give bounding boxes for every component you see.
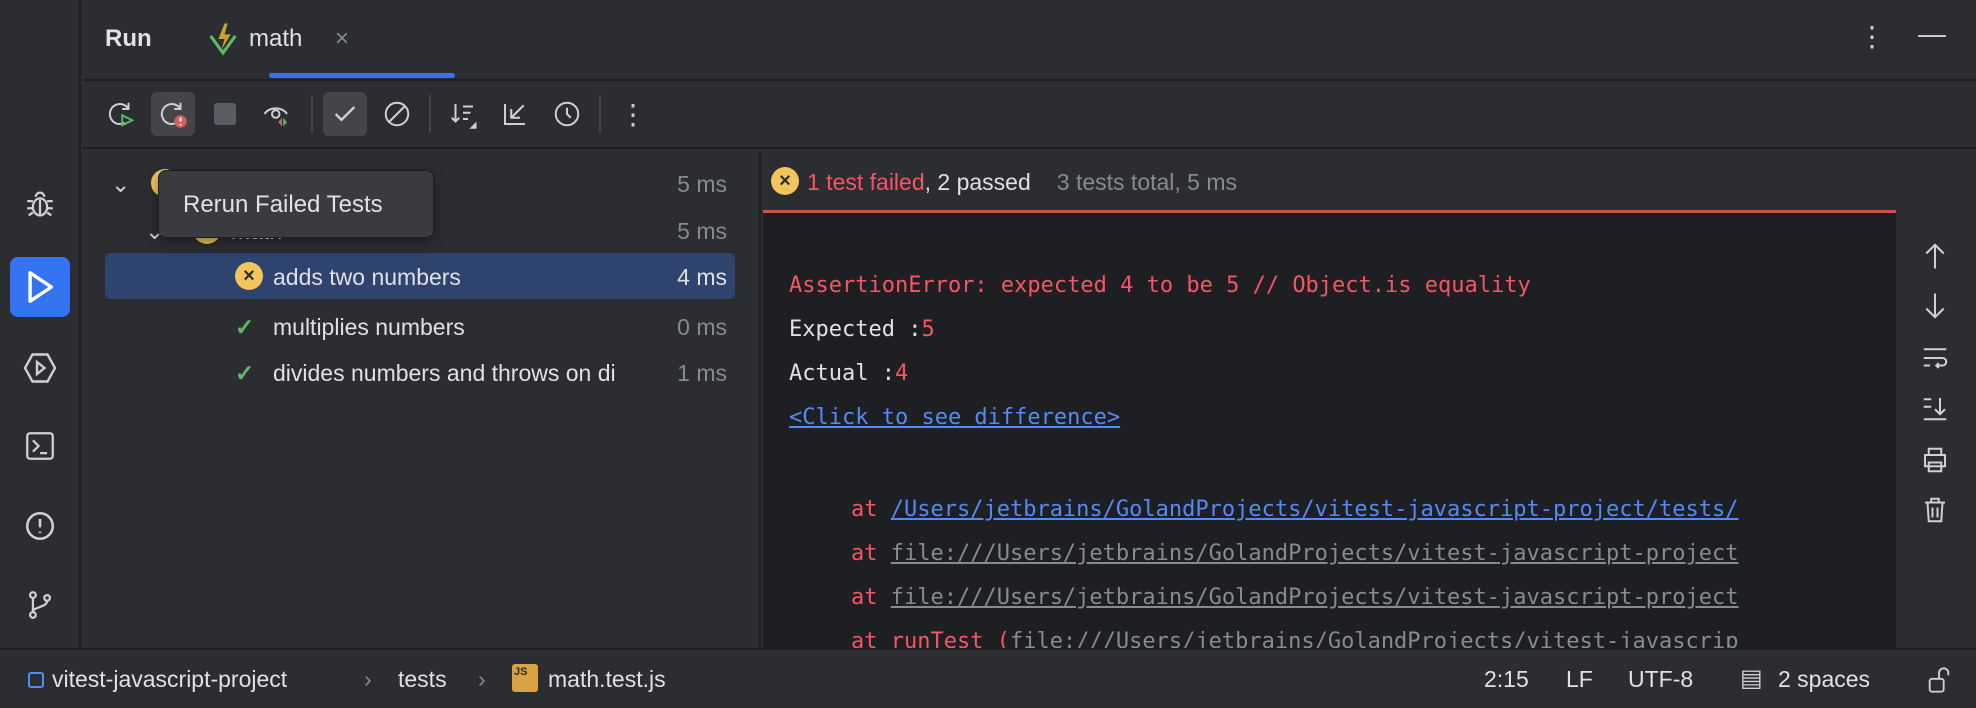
test-name: multiplies numbers xyxy=(273,314,465,340)
test-summary: × 1 test failed, 2 passed 3 tests total, … xyxy=(763,151,1896,216)
git-icon[interactable] xyxy=(10,575,70,635)
rerun-icon[interactable] xyxy=(99,92,143,136)
actual-value: 4 xyxy=(894,361,909,386)
chevron-down-icon[interactable]: ⌄ xyxy=(111,171,130,198)
see-difference-link[interactable]: <Click to see difference> xyxy=(789,405,1120,430)
tab-label: math xyxy=(249,25,303,52)
run-toolbar: ⋮ xyxy=(83,83,1976,149)
test-duration: 5 ms xyxy=(677,218,727,244)
breadcrumb-folder[interactable]: tests xyxy=(398,666,447,693)
expected-label: Expected : xyxy=(789,317,922,342)
line-separator[interactable]: LF xyxy=(1566,666,1593,693)
chevron-right-icon: › xyxy=(478,666,486,692)
js-file-icon: JS xyxy=(512,664,538,692)
failed-count: 1 test failed xyxy=(807,169,925,195)
indent-setting[interactable]: 2 spaces xyxy=(1778,666,1870,693)
test-duration: 5 ms xyxy=(677,171,727,197)
caret-position[interactable]: 2:15 xyxy=(1484,666,1529,693)
down-arrow-icon[interactable] xyxy=(1922,291,1948,321)
sort-icon[interactable] xyxy=(441,92,485,136)
show-ignored-toggle[interactable] xyxy=(375,92,419,136)
stack-at: at xyxy=(851,541,891,566)
assertion-error: AssertionError: expected 4 to be 5 // Ob… xyxy=(789,273,1531,298)
stack-location-link[interactable]: file:///Users/jetbrains/GolandProjects/v… xyxy=(891,585,1739,610)
problems-icon[interactable] xyxy=(10,496,70,556)
print-icon[interactable] xyxy=(1920,445,1950,475)
trash-icon[interactable] xyxy=(1920,495,1950,525)
test-duration: 0 ms xyxy=(677,314,727,340)
soft-wrap-icon[interactable] xyxy=(1920,343,1950,373)
expected-value: 5 xyxy=(921,317,935,342)
test-duration: 1 ms xyxy=(677,360,727,386)
failed-icon: × xyxy=(235,262,263,290)
stack-at: at xyxy=(851,585,891,610)
file-encoding[interactable]: UTF-8 xyxy=(1628,666,1693,693)
vitest-icon xyxy=(209,23,237,56)
test-row[interactable]: ✓ multiplies numbers 0 ms xyxy=(105,303,735,349)
breadcrumb-project[interactable]: vitest-javascript-project xyxy=(52,666,287,693)
rerun-failed-tests-button[interactable] xyxy=(151,92,195,136)
test-name: divides numbers and throws on di xyxy=(273,360,616,386)
services-icon[interactable] xyxy=(10,338,70,398)
show-passed-toggle[interactable] xyxy=(323,92,367,136)
passed-count: , 2 passed xyxy=(924,169,1031,195)
scroll-to-end-icon[interactable] xyxy=(1920,393,1950,423)
test-row[interactable]: × adds two numbers 4 ms xyxy=(105,253,735,299)
more-toolbar-icon[interactable]: ⋮ xyxy=(611,92,655,136)
history-icon[interactable] xyxy=(545,92,589,136)
debug-icon[interactable] xyxy=(10,174,70,234)
watch-icon[interactable] xyxy=(255,92,299,136)
indent-icon: ▤ xyxy=(1740,665,1763,692)
stack-at: at xyxy=(851,497,891,522)
stack-location-link[interactable]: /Users/jetbrains/GolandProjects/vitest-j… xyxy=(891,497,1739,522)
breadcrumb-file[interactable]: math.test.js xyxy=(548,666,666,693)
active-tab-indicator xyxy=(269,73,455,78)
tooltip: Rerun Failed Tests xyxy=(158,170,434,238)
close-tab-icon[interactable]: × xyxy=(335,25,349,53)
actual-label: Actual : xyxy=(789,361,895,386)
console-output: AssertionError: expected 4 to be 5 // Ob… xyxy=(763,213,1896,648)
up-arrow-icon[interactable] xyxy=(1922,241,1948,271)
status-bar: vitest-javascript-project › tests › JS m… xyxy=(0,648,1976,708)
tool-window-header: Run math × ⋮ — xyxy=(83,0,1976,81)
stack-frame: at file:///Users/jetbrains/GolandProject… xyxy=(851,585,1738,610)
run-icon[interactable] xyxy=(10,257,70,317)
unlock-icon[interactable] xyxy=(1926,666,1952,694)
test-name: adds two numbers xyxy=(273,264,461,290)
tool-window-title: Run xyxy=(105,25,152,52)
stack-location-link[interactable]: file:///Users/jetbrains/GolandProjects/v… xyxy=(1010,629,1738,648)
stack-at: at runTest ( xyxy=(851,629,1010,648)
stack-frame: at runTest (file:///Users/jetbrains/Gola… xyxy=(851,629,1738,648)
terminal-icon[interactable] xyxy=(10,416,70,476)
stack-frame: at /Users/jetbrains/GolandProjects/vites… xyxy=(851,497,1738,522)
test-row[interactable]: ✓ divides numbers and throws on di 1 ms xyxy=(105,349,735,395)
stop-icon[interactable] xyxy=(203,92,247,136)
chevron-right-icon: › xyxy=(364,666,372,692)
failed-icon: × xyxy=(771,167,799,195)
tab-math[interactable]: math × xyxy=(187,0,457,81)
check-icon: ✓ xyxy=(235,360,255,386)
collapse-icon[interactable] xyxy=(493,92,537,136)
console-side-toolbar xyxy=(1896,213,1976,648)
check-icon: ✓ xyxy=(235,314,255,340)
more-options-icon[interactable]: ⋮ xyxy=(1858,20,1886,53)
test-duration: 4 ms xyxy=(677,264,727,290)
stack-location-link[interactable]: file:///Users/jetbrains/GolandProjects/v… xyxy=(891,541,1739,566)
stack-frame: at file:///Users/jetbrains/GolandProject… xyxy=(851,541,1738,566)
tool-window-stripe xyxy=(0,0,81,648)
module-icon xyxy=(28,672,44,688)
hide-icon[interactable]: — xyxy=(1918,18,1946,50)
total-summary: 3 tests total, 5 ms xyxy=(1056,169,1238,195)
